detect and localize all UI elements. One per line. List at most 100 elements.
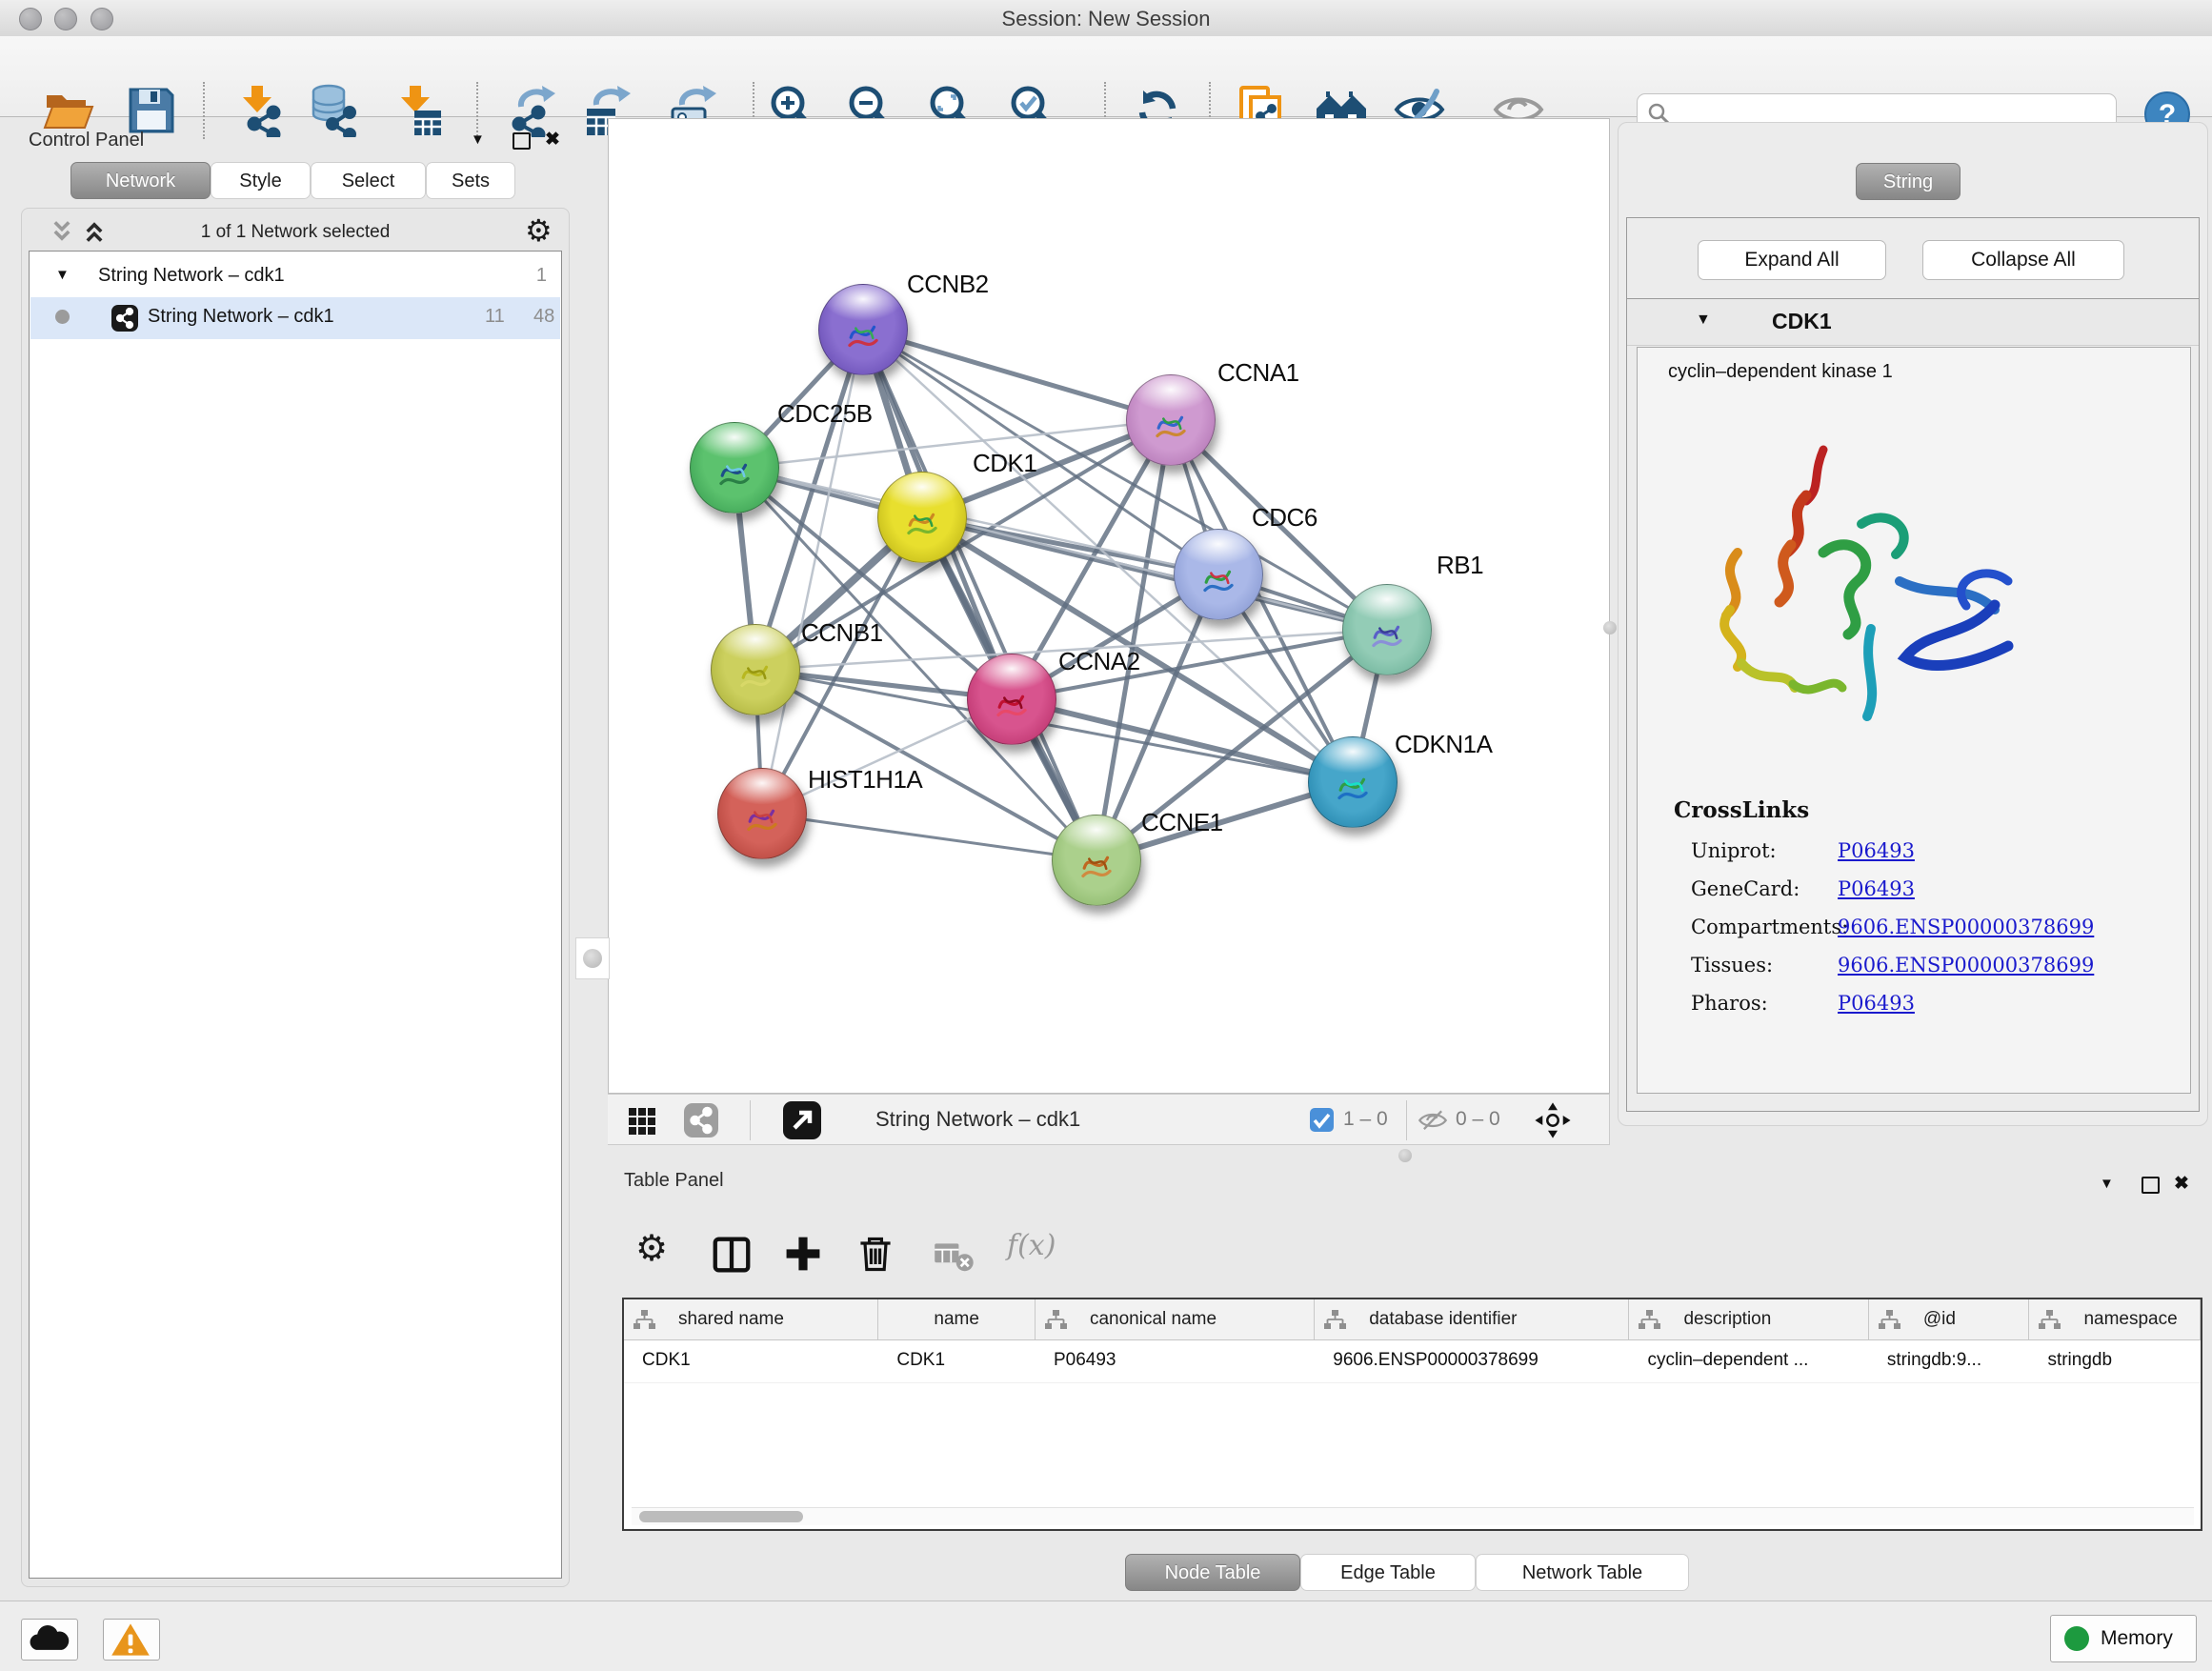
crosslink-link[interactable]: P06493 [1838,992,1915,1015]
control-panel-close-icon[interactable]: ✖ [545,129,560,151]
crosslink-link[interactable]: 9606.ENSP00000378699 [1838,916,2094,938]
scrollbar-thumb[interactable] [639,1511,803,1522]
tab-select[interactable]: Select [311,162,426,199]
control-panel-menu-icon[interactable]: ▼ [471,131,485,148]
network-edge[interactable] [1012,699,1353,782]
control-panel-float-icon[interactable] [513,132,531,150]
hidden-counter: 0 – 0 [1456,1108,1500,1131]
network-collection-label: String Network – cdk1 [98,265,285,287]
table-cell[interactable]: 9606.ENSP00000378699 [1315,1340,1629,1382]
protein-structure-thumbnail [1140,394,1201,455]
network-node-ccnb1[interactable] [711,624,800,715]
network-edge[interactable] [762,814,1096,860]
add-column-icon[interactable] [782,1233,824,1279]
tab-network-table[interactable]: Network Table [1476,1554,1689,1591]
protein-structure-thumbnail [1188,549,1249,610]
tab-sets[interactable]: Sets [426,162,515,199]
crosslink-link[interactable]: P06493 [1838,839,1915,862]
section-collapse-icon[interactable]: ▼ [1696,312,1711,329]
crosslink-link[interactable]: 9606.ENSP00000378699 [1838,954,2094,976]
column-header-namespace[interactable]: namespace [2029,1299,2201,1339]
network-edge[interactable] [734,468,1218,574]
import-network-database-icon[interactable] [306,84,359,137]
network-node-ccna2[interactable] [967,654,1056,745]
network-node-cdkn1a[interactable] [1308,736,1398,828]
column-header-name[interactable]: name [878,1299,1036,1339]
network-node-cdc6[interactable] [1174,529,1263,620]
protein-section-header[interactable]: ▼ CDK1 [1627,299,2199,346]
network-row-label: String Network – cdk1 [148,306,334,328]
table-cell[interactable]: P06493 [1036,1340,1315,1382]
hidden-eye-icon[interactable] [1418,1108,1448,1137]
protein-name: CDK1 [1772,309,1832,334]
table-cell[interactable]: stringdb [2029,1340,2201,1382]
table-panel-float-icon[interactable] [2142,1177,2160,1194]
table-row[interactable]: CDK1CDK1P064939606.ENSP00000378699cyclin… [624,1340,2201,1383]
column-header-description[interactable]: description [1629,1299,1868,1339]
collapse-all-button[interactable]: Collapse All [1922,240,2124,280]
column-header--id[interactable]: @id [1869,1299,2030,1339]
crosslink-label: Uniprot: [1691,839,1838,862]
warning-button[interactable] [103,1619,160,1661]
cloud-button[interactable] [21,1619,78,1661]
network-view-toolbar: String Network – cdk1 1 – 0 0 – 0 [608,1094,1610,1145]
network-collection-row[interactable]: ▼ String Network – cdk1 1 [30,259,560,297]
tab-edge-table[interactable]: Edge Table [1300,1554,1476,1591]
delete-column-trash-icon[interactable] [855,1233,896,1279]
network-node-rb1[interactable] [1342,584,1432,675]
network-canvas[interactable]: CCNB2 CCNA1 CDC25B CDK1 CDC6 RB1 [608,118,1610,1094]
table-cell[interactable]: cyclin–dependent ... [1629,1340,1868,1382]
table-cell[interactable]: CDK1 [624,1340,878,1382]
crosslink-link[interactable]: P06493 [1838,877,1915,900]
column-header-label: description [1683,1309,1771,1330]
network-node-ccnb2[interactable] [818,284,908,375]
crosslink-label: Pharos: [1691,992,1838,1015]
birds-eye-crosshair-icon[interactable] [1534,1101,1572,1144]
column-header-shared-name[interactable]: shared name [624,1299,878,1339]
panel-splitter-handle[interactable] [575,937,610,979]
expand-all-button[interactable]: Expand All [1698,240,1886,280]
network-node-ccne1[interactable] [1052,815,1141,906]
table-settings-gear-icon[interactable]: ⚙ [635,1227,668,1270]
network-list: ▼ String Network – cdk1 1 String Network… [29,251,562,1579]
table-horizontal-scrollbar[interactable] [632,1507,2194,1525]
protein-structure-thumbnail [1322,756,1383,817]
open-in-window-icon[interactable] [783,1101,821,1139]
table-tabs: Node TableEdge TableNetwork Table [1125,1554,1689,1591]
grid-view-icon[interactable] [627,1106,657,1141]
protein-structure-image [1680,438,2042,753]
import-table-file-icon[interactable] [391,84,444,137]
table-cell[interactable]: CDK1 [878,1340,1036,1382]
node-label-ccna1: CCNA1 [1217,358,1299,388]
selected-nodes-checkbox-icon[interactable] [1309,1107,1335,1137]
network-node-cdc25b[interactable] [690,422,779,513]
status-bar: Memory [0,1601,2212,1671]
table-columns-icon[interactable] [710,1233,754,1281]
table-cell[interactable]: stringdb:9... [1869,1340,2030,1382]
table-panel-close-icon[interactable]: ✖ [2174,1173,2189,1195]
network-node-cdk1[interactable] [877,472,967,563]
protein-structure-thumbnail [704,442,765,503]
network-edge[interactable] [863,330,1171,420]
tree-expand-icon[interactable]: ▼ [55,267,70,283]
tab-string[interactable]: String [1856,163,1961,200]
tab-node-table[interactable]: Node Table [1125,1554,1300,1591]
network-type-icon[interactable] [684,1103,718,1137]
network-node-count: 11 [485,306,505,328]
import-network-file-icon[interactable] [232,84,286,137]
network-options-gear-icon[interactable]: ⚙ [525,212,553,249]
node-label-cdc25b: CDC25B [777,399,873,429]
panel-splitter-dot[interactable] [1398,1149,1412,1162]
table-panel-menu-icon[interactable]: ▼ [2100,1176,2114,1192]
memory-button[interactable]: Memory [2050,1615,2197,1662]
tab-style[interactable]: Style [211,162,311,199]
network-edges [609,119,1611,1095]
table-panel-title: Table Panel [624,1170,724,1192]
tab-network[interactable]: Network [70,162,211,199]
column-header-canonical-name[interactable]: canonical name [1036,1299,1315,1339]
network-node-hist1h1a[interactable] [717,768,807,859]
network-node-ccna1[interactable] [1126,374,1216,466]
network-row-selected[interactable]: String Network – cdk1 11 48 [30,297,560,339]
panel-splitter-dot[interactable] [1603,621,1617,634]
column-header-database-identifier[interactable]: database identifier [1315,1299,1629,1339]
